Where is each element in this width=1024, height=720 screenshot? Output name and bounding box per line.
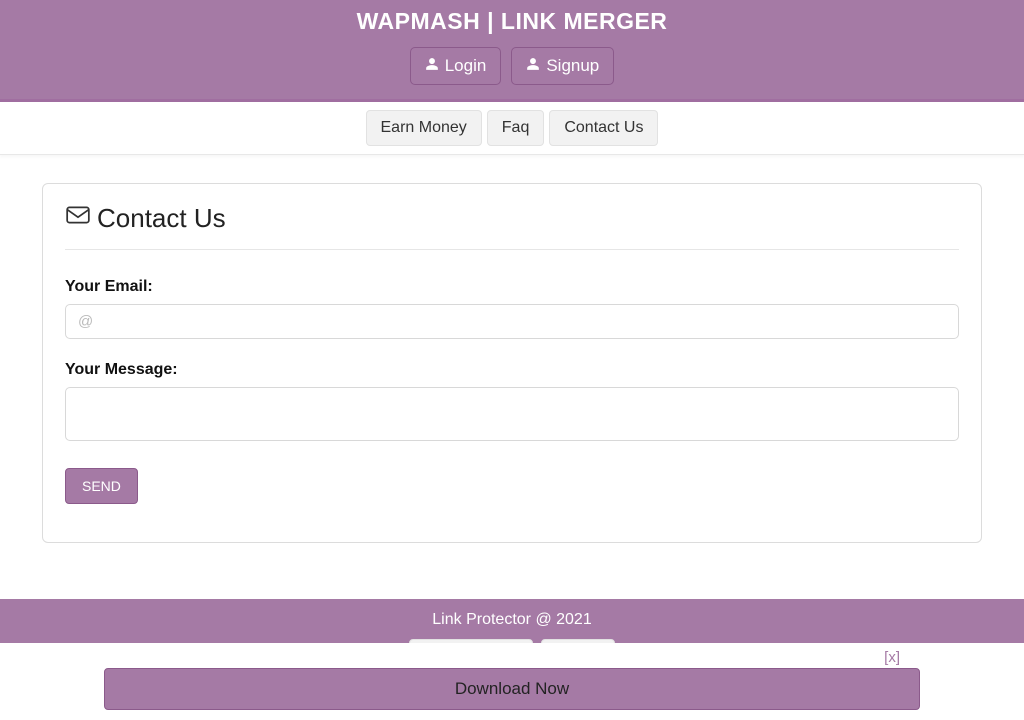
envelope-icon (65, 202, 91, 235)
ad-overlay: [x] Download Now (0, 643, 1024, 720)
ad-close-button[interactable]: [x] (8, 649, 1016, 666)
nav-earn-money[interactable]: Earn Money (366, 110, 482, 146)
footer-copyright: Link Protector @ 2021 (0, 611, 1024, 629)
site-title: WAPMASH | LINK MERGER (0, 8, 1024, 35)
user-icon (526, 56, 540, 76)
contact-card: Contact Us Your Email: Your Message: SEN… (42, 183, 982, 543)
email-input[interactable] (65, 304, 959, 339)
nav-group: Earn Money Faq Contact Us (366, 110, 659, 146)
user-icon (425, 56, 439, 76)
signup-button[interactable]: Signup (511, 47, 614, 85)
top-header: WAPMASH | LINK MERGER Login Signup (0, 0, 1024, 102)
nav-faq[interactable]: Faq (487, 110, 545, 146)
nav-bar: Earn Money Faq Contact Us (0, 102, 1024, 155)
login-label: Login (445, 56, 487, 76)
card-title-text: Contact Us (97, 203, 226, 234)
message-label: Your Message: (65, 361, 959, 379)
card-title-row: Contact Us (65, 202, 959, 250)
download-now-button[interactable]: Download Now (104, 668, 920, 710)
send-button[interactable]: SEND (65, 468, 138, 504)
signup-label: Signup (546, 56, 599, 76)
message-textarea[interactable] (65, 387, 959, 441)
nav-contact-us[interactable]: Contact Us (549, 110, 658, 146)
auth-buttons-row: Login Signup (0, 47, 1024, 85)
main-content: Contact Us Your Email: Your Message: SEN… (0, 155, 1024, 559)
login-button[interactable]: Login (410, 47, 502, 85)
email-label: Your Email: (65, 278, 959, 296)
